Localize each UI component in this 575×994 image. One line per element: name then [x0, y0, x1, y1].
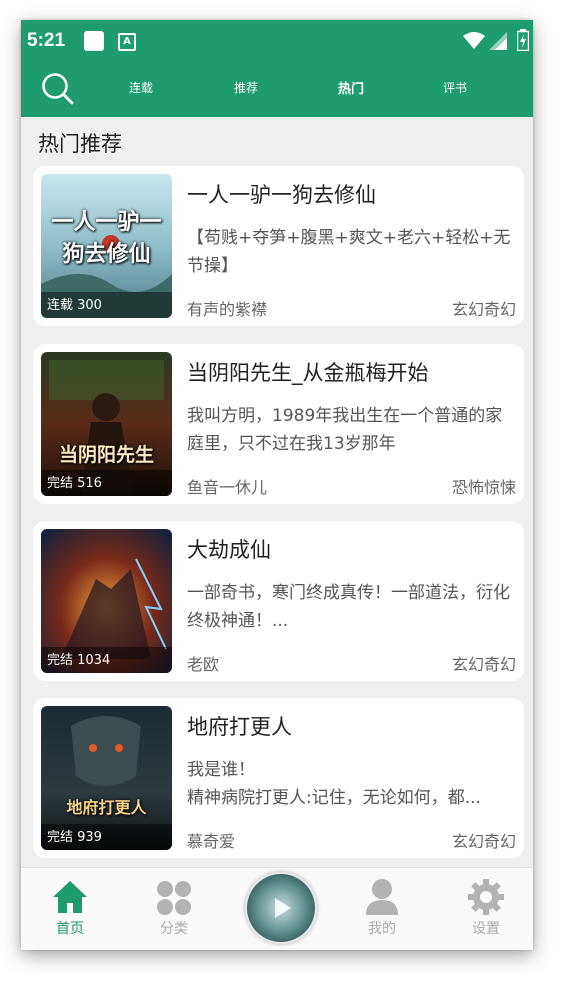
bottom-tab-label: 分类 [160, 921, 188, 937]
book-title: 地府打更人 [187, 715, 292, 739]
book-genre: 玄幻奇幻 [451, 832, 516, 851]
book-title: 当阴阳先生_从金瓶梅开始 [187, 361, 429, 385]
tab-storytelling[interactable]: 评书 [443, 79, 467, 96]
tab-serial[interactable]: 连载 [129, 79, 153, 96]
book-card[interactable]: 一人一驴一狗去修仙 连载 300 一人一驴一狗去修仙 【苟贱+夺笋+腹黑+爽文+… [33, 166, 524, 326]
book-genre: 恐怖惊悚 [451, 478, 516, 497]
book-card[interactable]: 当阴阳先生 完结 516 当阴阳先生_从金瓶梅开始 我叫方明，1989年我出生在… [33, 344, 524, 504]
user-icon [366, 879, 398, 915]
status-badge: 完结 1034 [47, 653, 111, 668]
book-cover: 当阴阳先生 完结 516 [41, 352, 172, 496]
book-author: 鱼音一休儿 [187, 478, 268, 497]
status-badge: 连载 300 [47, 298, 102, 313]
book-author: 老欧 [187, 655, 220, 674]
notification-a-icon: A [118, 33, 136, 51]
tab-recommend[interactable]: 推荐 [234, 79, 258, 96]
book-card[interactable]: 地府打更人 完结 939 地府打更人 我是谁！ 精神病院打更人:记住，无论如何，… [33, 698, 524, 858]
bottom-tab-label: 首页 [56, 921, 84, 937]
bottom-tab-label: 设置 [472, 921, 500, 937]
category-icon [157, 881, 191, 915]
book-card[interactable]: 完结 1034 大劫成仙 一部奇书，寒门终成真传！一部道法，衍化终极神通！...… [33, 521, 524, 681]
book-title: 大劫成仙 [187, 538, 271, 562]
battery-icon [517, 29, 529, 51]
book-description: 我是谁！ 精神病院打更人:记住，无论如何，都... [187, 760, 481, 808]
status-bar: 5:21 A [21, 20, 533, 62]
player-art [247, 874, 315, 942]
bottom-nav: 首页 分类 我的 设置 [21, 867, 533, 950]
book-description: 一部奇书，寒门终成真传！一部道法，衍化终极神通！... [187, 583, 510, 631]
notification-square-icon [84, 31, 104, 51]
book-genre: 玄幻奇幻 [451, 655, 516, 674]
status-badge: 完结 939 [47, 830, 102, 845]
book-cover: 地府打更人 完结 939 [41, 706, 172, 850]
book-description: 我叫方明，1989年我出生在一个普通的家庭里，只不过在我13岁那年 [187, 406, 503, 454]
book-description: 【苟贱+夺笋+腹黑+爽文+老六+轻松+无节操】 [187, 228, 511, 276]
bottom-tab-label: 我的 [368, 921, 396, 937]
book-title: 一人一驴一狗去修仙 [187, 183, 376, 207]
tab-hot[interactable]: 热门 [338, 78, 364, 97]
phone-screen: 5:21 A 连载 推荐 热门 评书 热门推荐 一人一驴一狗去修仙 连载 300… [21, 20, 533, 950]
status-time: 5:21 [27, 30, 66, 51]
search-icon[interactable] [41, 72, 75, 106]
top-nav: 连载 推荐 热门 评书 [21, 62, 533, 117]
home-icon [53, 881, 87, 913]
book-author: 慕奇爱 [187, 832, 236, 851]
book-cover: 完结 1034 [41, 529, 172, 673]
wifi-icon [463, 32, 485, 49]
section-title: 热门推荐 [38, 132, 122, 156]
cover-title: 当阴阳先生 [58, 444, 154, 466]
cover-title: 地府打更人 [66, 798, 147, 817]
cover-title: 一人一驴一狗去修仙 [51, 209, 162, 267]
book-cover: 一人一驴一狗去修仙 连载 300 [41, 174, 172, 318]
book-author: 有声的紫襟 [187, 300, 268, 319]
player-cover[interactable] [245, 872, 317, 944]
signal-icon [489, 32, 507, 50]
gear-icon [468, 879, 504, 915]
status-badge: 完结 516 [47, 476, 102, 491]
book-genre: 玄幻奇幻 [451, 300, 516, 319]
